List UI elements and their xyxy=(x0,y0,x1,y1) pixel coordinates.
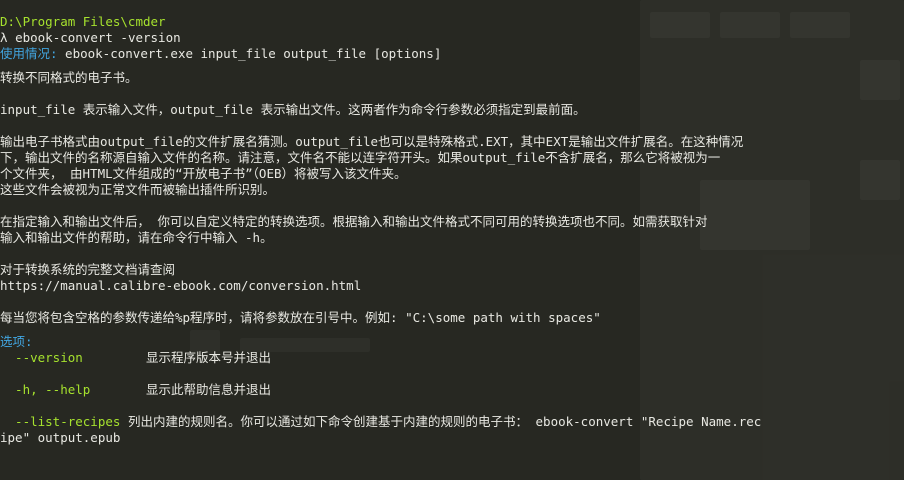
prompt-symbol: λ xyxy=(0,30,8,45)
usage-line: 使用情况: ebook-convert.exe input_file outpu… xyxy=(0,46,904,62)
docs-label: 对于转换系统的完整文档请查阅 xyxy=(0,262,176,277)
cwd-path: D:\Program Files\cmder xyxy=(0,14,166,29)
option-name: -h, --help xyxy=(0,382,91,397)
terminal-output: D:\Program Files\cmder λ ebook-convert -… xyxy=(0,14,904,446)
option-name: --version xyxy=(0,350,83,365)
option-row: -h, --help 显示此帮助信息并退出 xyxy=(0,382,904,398)
format-text-line: 下，输出文件的名称源自输入文件的名称。请注意，文件名不能以连字符开头。如果out… xyxy=(0,150,721,165)
option-desc: 显示此帮助信息并退出 xyxy=(146,382,272,397)
summary-text: 转换不同格式的电子书。 xyxy=(0,70,138,85)
options-label: 选项: xyxy=(0,334,33,349)
option-name: --list-recipes xyxy=(0,414,121,429)
command-text: ebook-convert -version xyxy=(15,30,181,45)
usage-text: ebook-convert.exe input_file output_file… xyxy=(57,46,442,61)
option-row: --version 显示程序版本号并退出 xyxy=(0,350,904,366)
options-intro-line: 在指定输入和输出文件后， 你可以自定义特定的转换选项。根据输入和输出文件格式不同… xyxy=(0,214,708,229)
input-output-text: input_file 表示输入文件，output_file 表示输出文件。这两者… xyxy=(0,102,586,117)
quote-note: 每当您将包含空格的参数传递给%p程序时，请将参数放在引号中。例如: "C:\so… xyxy=(0,310,601,325)
docs-url: https://manual.calibre-ebook.com/convers… xyxy=(0,278,362,293)
format-text-line: 这些文件会被视为正常文件而被输出插件所识别。 xyxy=(0,182,276,197)
command-line: λ ebook-convert -version xyxy=(0,30,904,46)
usage-label: 使用情况: xyxy=(0,46,58,61)
options-intro-line: 输入和输出文件的帮助，请在命令行中输入 -h。 xyxy=(0,230,273,245)
format-text-line: 个文件夹， 由HTML文件组成的“开放电子书”（OEB）将被写入该文件夹。 xyxy=(0,166,407,181)
option-desc-wrap: ipe" output.epub xyxy=(0,430,121,445)
option-desc: 列出内建的规则名。你可以通过如下命令创建基于内建的规则的电子书： ebook-c… xyxy=(128,414,762,429)
format-text-line: 输出电子书格式由output_file的文件扩展名猜测。output_file也… xyxy=(0,134,744,149)
terminal-window[interactable]: D:\Program Files\cmder λ ebook-convert -… xyxy=(0,0,904,480)
option-desc: 显示程序版本号并退出 xyxy=(146,350,272,365)
option-row: --list-recipes 列出内建的规则名。你可以通过如下命令创建基于内建的规… xyxy=(0,414,904,430)
